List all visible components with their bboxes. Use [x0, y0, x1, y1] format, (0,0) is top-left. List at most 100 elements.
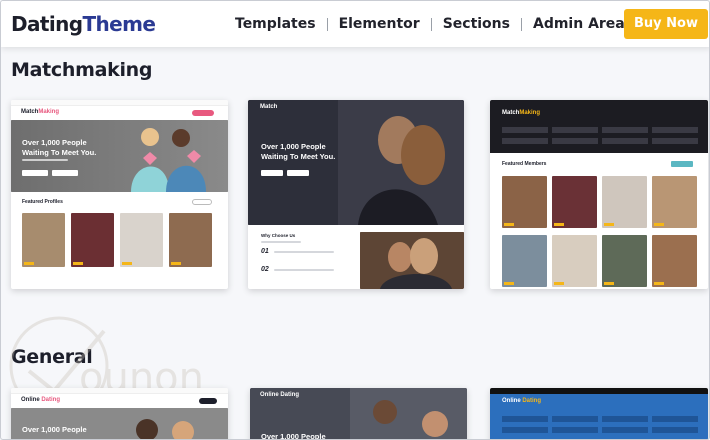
- text-line: [274, 251, 334, 253]
- hero-couple-photo: [248, 100, 464, 225]
- search-select: [602, 427, 648, 433]
- nav-elementor[interactable]: Elementor: [339, 16, 420, 32]
- template-logo-a: Match: [21, 109, 39, 115]
- text-line: [274, 269, 334, 271]
- search-select: [552, 416, 598, 422]
- featured-heading: Featured Members: [502, 161, 547, 167]
- template-logo: Match: [260, 104, 278, 110]
- text-line: [261, 241, 301, 243]
- member-tag: [604, 282, 614, 285]
- template-card-matchmaking-2[interactable]: Match Over 1,000 People Waiting To Meet …: [248, 100, 464, 289]
- why-choose-us-heading: Why Choose Us: [261, 233, 296, 238]
- nav-templates[interactable]: Templates: [235, 16, 316, 32]
- search-select: [552, 138, 598, 144]
- member-tag: [504, 282, 514, 285]
- profile-photo: [71, 213, 114, 267]
- template-logo-b: Dating: [41, 397, 61, 403]
- section-title-general: General: [11, 346, 93, 368]
- template-logo-b: Making: [38, 109, 60, 115]
- profile-tag: [73, 262, 83, 265]
- member-tag: [554, 282, 564, 285]
- member-tag: [654, 223, 664, 226]
- nav-divider: [520, 17, 522, 31]
- hero-line-2: Waiting To Meet You.: [22, 147, 97, 157]
- search-select: [502, 427, 548, 433]
- member-photo: [652, 235, 697, 287]
- template-logo: Online Dating: [502, 398, 541, 404]
- hero-line-1: Over 1,000 People: [22, 138, 87, 147]
- profile-tag: [171, 262, 181, 265]
- nav-admin-area[interactable]: Admin Area: [533, 16, 625, 32]
- template-logo: Online Dating: [260, 392, 299, 398]
- main-nav: Templates Elementor Sections Admin Area: [235, 16, 625, 32]
- member-tag: [504, 223, 514, 226]
- hero-couple-illustration: [11, 408, 228, 439]
- page: DatingTheme Templates Elementor Sections…: [0, 0, 710, 440]
- section-title-matchmaking: Matchmaking: [11, 59, 153, 81]
- member-tag: [554, 223, 564, 226]
- search-select: [652, 427, 698, 433]
- hero-headline: Over 1,000 People Waiting To Meet You.: [22, 138, 96, 158]
- member-photo: [552, 176, 597, 228]
- couple-photo: [360, 232, 464, 289]
- member-photo: [502, 235, 547, 287]
- hero-image: [11, 408, 228, 439]
- topbar: [11, 100, 228, 106]
- search-select: [552, 427, 598, 433]
- template-logo-a: Online: [502, 398, 521, 404]
- member-tag: [654, 282, 664, 285]
- template-card-matchmaking-3[interactable]: MatchMaking Featured Members: [490, 100, 708, 289]
- site-header: DatingTheme Templates Elementor Sections…: [1, 1, 709, 47]
- hero-button-1: [22, 170, 48, 176]
- hero-image: [248, 100, 464, 225]
- member-photo: [502, 176, 547, 228]
- hero-button-2: [287, 170, 309, 176]
- template-logo-b: Dating: [522, 398, 542, 404]
- hero-line-1: Over 1,000 People: [261, 142, 326, 151]
- nav-divider: [326, 17, 328, 31]
- profile-photo: [169, 213, 212, 267]
- search-select: [602, 138, 648, 144]
- template-cta: [199, 398, 217, 404]
- profile-tag: [24, 262, 34, 265]
- view-all-pill: [192, 199, 212, 205]
- hero-subtext: [22, 159, 68, 161]
- member-photo: [552, 235, 597, 287]
- template-card-general-3[interactable]: Online Dating: [490, 388, 708, 439]
- search-select: [602, 416, 648, 422]
- member-photo: [652, 176, 697, 228]
- template-logo: MatchMaking: [21, 109, 59, 115]
- search-select: [552, 127, 598, 133]
- feature-number-1: 01: [261, 248, 269, 255]
- nav-sections[interactable]: Sections: [443, 16, 510, 32]
- couple-photo-art: [360, 232, 464, 289]
- profile-photo: [22, 213, 65, 267]
- view-all-button: [671, 161, 693, 167]
- template-card-matchmaking-1[interactable]: MatchMaking Over 1,000 People Waiting To…: [11, 100, 228, 289]
- logo[interactable]: DatingTheme: [11, 12, 156, 36]
- logo-part-theme: Theme: [82, 12, 156, 36]
- nav-divider: [430, 17, 432, 31]
- search-select: [502, 416, 548, 422]
- search-select: [652, 416, 698, 422]
- member-photo: [602, 176, 647, 228]
- search-select: [502, 127, 548, 133]
- hero-line-1: Over 1,000 People: [22, 425, 87, 434]
- hero-line-1: Over 1,000 People: [261, 432, 326, 440]
- member-tag: [604, 223, 614, 226]
- template-card-general-1[interactable]: Online Dating Over 1,000 People: [11, 388, 228, 439]
- hero-button-2: [52, 170, 78, 176]
- template-logo-a: Online: [21, 397, 40, 403]
- profile-tag: [122, 262, 132, 265]
- template-logo: Online Dating: [21, 397, 60, 403]
- template-logo: MatchMaking: [502, 110, 540, 116]
- template-logo-b: Making: [519, 110, 541, 116]
- template-card-general-2[interactable]: Online Dating Over 1,000 People: [250, 388, 467, 440]
- template-logo-a: Match: [502, 110, 520, 116]
- search-select: [652, 138, 698, 144]
- search-select: [502, 138, 548, 144]
- buy-now-button[interactable]: Buy Now: [624, 9, 708, 39]
- search-select: [602, 127, 648, 133]
- hero-button-1: [261, 170, 283, 176]
- search-select: [652, 127, 698, 133]
